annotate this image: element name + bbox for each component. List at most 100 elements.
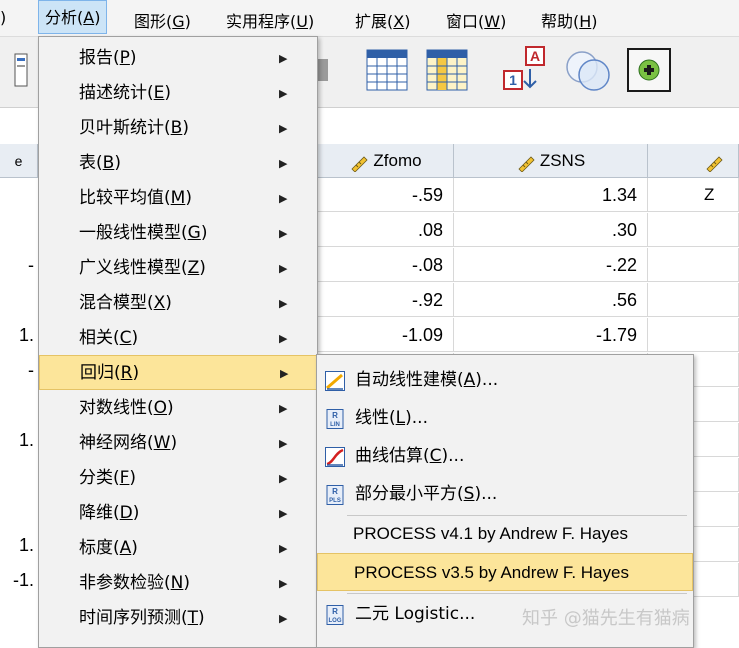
submenu-item-process-v35[interactable]: PROCESS v3.5 by Andrew F. Hayes (317, 553, 693, 591)
document-icon[interactable] (14, 53, 28, 91)
menu-item-generalized-linear-models[interactable]: 广义线性模型(Z) ▶ (39, 251, 317, 286)
submenu-arrow-icon: ▶ (279, 227, 288, 240)
column-header-zsns[interactable]: ZSNS (454, 144, 648, 178)
submenu-arrow-icon: ▶ (279, 437, 288, 450)
svg-text:A: A (530, 48, 540, 64)
logistic-icon: R LOG (326, 605, 344, 625)
menu-extensions[interactable]: 扩展(X) (355, 8, 410, 32)
submenu-arrow-icon: ▶ (279, 577, 288, 590)
submenu-arrow-icon: ▶ (279, 612, 288, 625)
variable-table-icon[interactable] (424, 47, 470, 97)
submenu-arrow-icon: ▶ (279, 332, 288, 345)
menu-item-regression[interactable]: 回归(R) ▶ (39, 355, 317, 390)
menu-item-bayesian-statistics[interactable]: 贝叶斯统计(B) ▶ (39, 111, 317, 146)
menu-analyze[interactable]: 分析(A) (38, 0, 108, 34)
menu-item-correlate[interactable]: 相关(C) ▶ (39, 321, 317, 356)
column-header-z[interactable]: Z (648, 144, 739, 204)
table-cell-fragment[interactable]: 1. (0, 423, 38, 458)
table-cell-z[interactable] (648, 213, 739, 247)
table-cell-zsns[interactable]: -1.79 (454, 318, 648, 352)
menu-utilities[interactable]: 实用程序(U) (226, 8, 314, 32)
table-cell-zsns[interactable]: 1.34 (454, 178, 648, 212)
submenu-arrow-icon: ▶ (279, 157, 288, 170)
table-cell-z[interactable] (648, 248, 739, 282)
linear-icon: R LIN (326, 409, 344, 429)
submenu-arrow-icon: ▶ (279, 402, 288, 415)
menu-item-compare-means[interactable]: 比较平均值(M) ▶ (39, 181, 317, 216)
menubar: ) 分析(A) 图形(G) 实用程序(U) 扩展(X) 窗口(W) 帮助(H) (0, 0, 739, 37)
submenu-item-process-v41[interactable]: PROCESS v4.1 by Andrew F. Hayes (317, 515, 693, 553)
submenu-arrow-icon: ▶ (279, 472, 288, 485)
menu-item-loglinear[interactable]: 对数线性(O) ▶ (39, 391, 317, 426)
table-cell-z[interactable] (648, 318, 739, 352)
table-cell-zsns[interactable]: .30 (454, 213, 648, 247)
table-cell-fragment[interactable] (0, 178, 38, 213)
table-cell-zfomo[interactable]: -.92 (318, 283, 454, 317)
menu-item-nonparametric-tests[interactable]: 非参数检验(N) ▶ (39, 566, 317, 601)
menu-item-mixed-models[interactable]: 混合模型(X) ▶ (39, 286, 317, 321)
svg-text:R: R (332, 487, 338, 496)
table-cell-z[interactable] (648, 283, 739, 317)
auto-linear-icon (325, 371, 345, 391)
table-cell-zsns[interactable]: -.22 (454, 248, 648, 282)
table-cell-fragment[interactable] (0, 213, 38, 248)
submenu-item-curve-estimation[interactable]: 曲线估算(C)... (317, 437, 693, 475)
submenu-item-linear[interactable]: R LIN 线性(L)... (317, 399, 693, 437)
table-cell-zsns[interactable]: .56 (454, 283, 648, 317)
menu-item-descriptive-statistics[interactable]: 描述统计(E) ▶ (39, 76, 317, 111)
svg-text:1: 1 (509, 72, 517, 88)
column-header-zfomo[interactable]: Zfomo (318, 144, 454, 178)
menu-item-neural-networks[interactable]: 神经网络(W) ▶ (39, 426, 317, 461)
submenu-arrow-icon: ▶ (279, 262, 288, 275)
submenu-arrow-icon: ▶ (279, 507, 288, 520)
menu-item-general-linear-model[interactable]: 一般线性模型(G) ▶ (39, 216, 317, 251)
svg-text:LIN: LIN (330, 422, 340, 428)
table-cell-fragment[interactable]: - (0, 248, 38, 283)
use-variable-sets-icon[interactable] (562, 47, 614, 97)
data-table-icon[interactable] (364, 47, 410, 97)
menu-item-forecasting[interactable]: 时间序列预测(T) ▶ (39, 601, 317, 636)
table-cell-fragment[interactable]: - (0, 353, 38, 388)
menu-window[interactable]: 窗口(W) (446, 8, 506, 32)
svg-text:R: R (332, 607, 338, 616)
table-cell-fragment[interactable] (0, 458, 38, 493)
scale-ruler-icon (351, 155, 368, 173)
table-cell-fragment[interactable]: 1. (0, 528, 38, 563)
add-icon[interactable] (626, 47, 672, 97)
table-cell-zfomo[interactable]: -1.09 (318, 318, 454, 352)
menu-item-tables[interactable]: 表(B) ▶ (39, 146, 317, 181)
pls-icon: R PLS (326, 485, 344, 505)
table-cell-zfomo[interactable]: .08 (318, 213, 454, 247)
svg-text:PLS: PLS (329, 498, 341, 504)
submenu-item-partial-least-squares[interactable]: R PLS 部分最小平方(S)... (317, 475, 693, 513)
table-cell-fragment[interactable] (0, 283, 38, 318)
table-cell-fragment[interactable]: 1. (0, 318, 38, 353)
submenu-arrow-icon: ▶ (279, 87, 288, 100)
submenu-arrow-icon: ▶ (279, 192, 288, 205)
menu-item-reports[interactable]: 报告(P) ▶ (39, 41, 317, 76)
table-cell-zfomo[interactable]: -.08 (318, 248, 454, 282)
table-cell-fragment[interactable] (0, 493, 38, 528)
submenu-item-automatic-linear-modeling[interactable]: 自动线性建模(A)... (317, 361, 693, 399)
menu-item-classify[interactable]: 分类(F) ▶ (39, 461, 317, 496)
table-cell-fragment[interactable] (0, 388, 38, 423)
table-cell-z[interactable] (648, 178, 739, 212)
value-labels-icon[interactable]: A 1 (500, 45, 550, 99)
scale-ruler-icon (518, 155, 535, 173)
menu-item-dimension-reduction[interactable]: 降维(D) ▶ (39, 496, 317, 531)
submenu-arrow-icon: ▶ (279, 52, 288, 65)
svg-text:R: R (332, 411, 338, 420)
submenu-arrow-icon: ▶ (279, 542, 288, 555)
menu-help[interactable]: 帮助(H) (541, 8, 598, 32)
svg-text:LOG: LOG (329, 618, 342, 624)
analyze-menu: 报告(P) ▶ 描述统计(E) ▶ 贝叶斯统计(B) ▶ 表(B) ▶ 比较平均值(M)… (38, 36, 318, 648)
curve-icon (325, 447, 345, 467)
menu-graphs[interactable]: 图形(G) (134, 8, 191, 32)
column-header-fragment[interactable]: e (0, 144, 38, 178)
table-cell-zfomo[interactable]: -.59 (318, 178, 454, 212)
menu-fragment[interactable]: ) (0, 8, 6, 27)
table-cell-fragment[interactable]: -1. (0, 563, 38, 598)
menu-item-scale[interactable]: 标度(A) ▶ (39, 531, 317, 566)
partial-toolbar-icon[interactable] (318, 55, 330, 89)
submenu-arrow-icon: ▶ (279, 297, 288, 310)
